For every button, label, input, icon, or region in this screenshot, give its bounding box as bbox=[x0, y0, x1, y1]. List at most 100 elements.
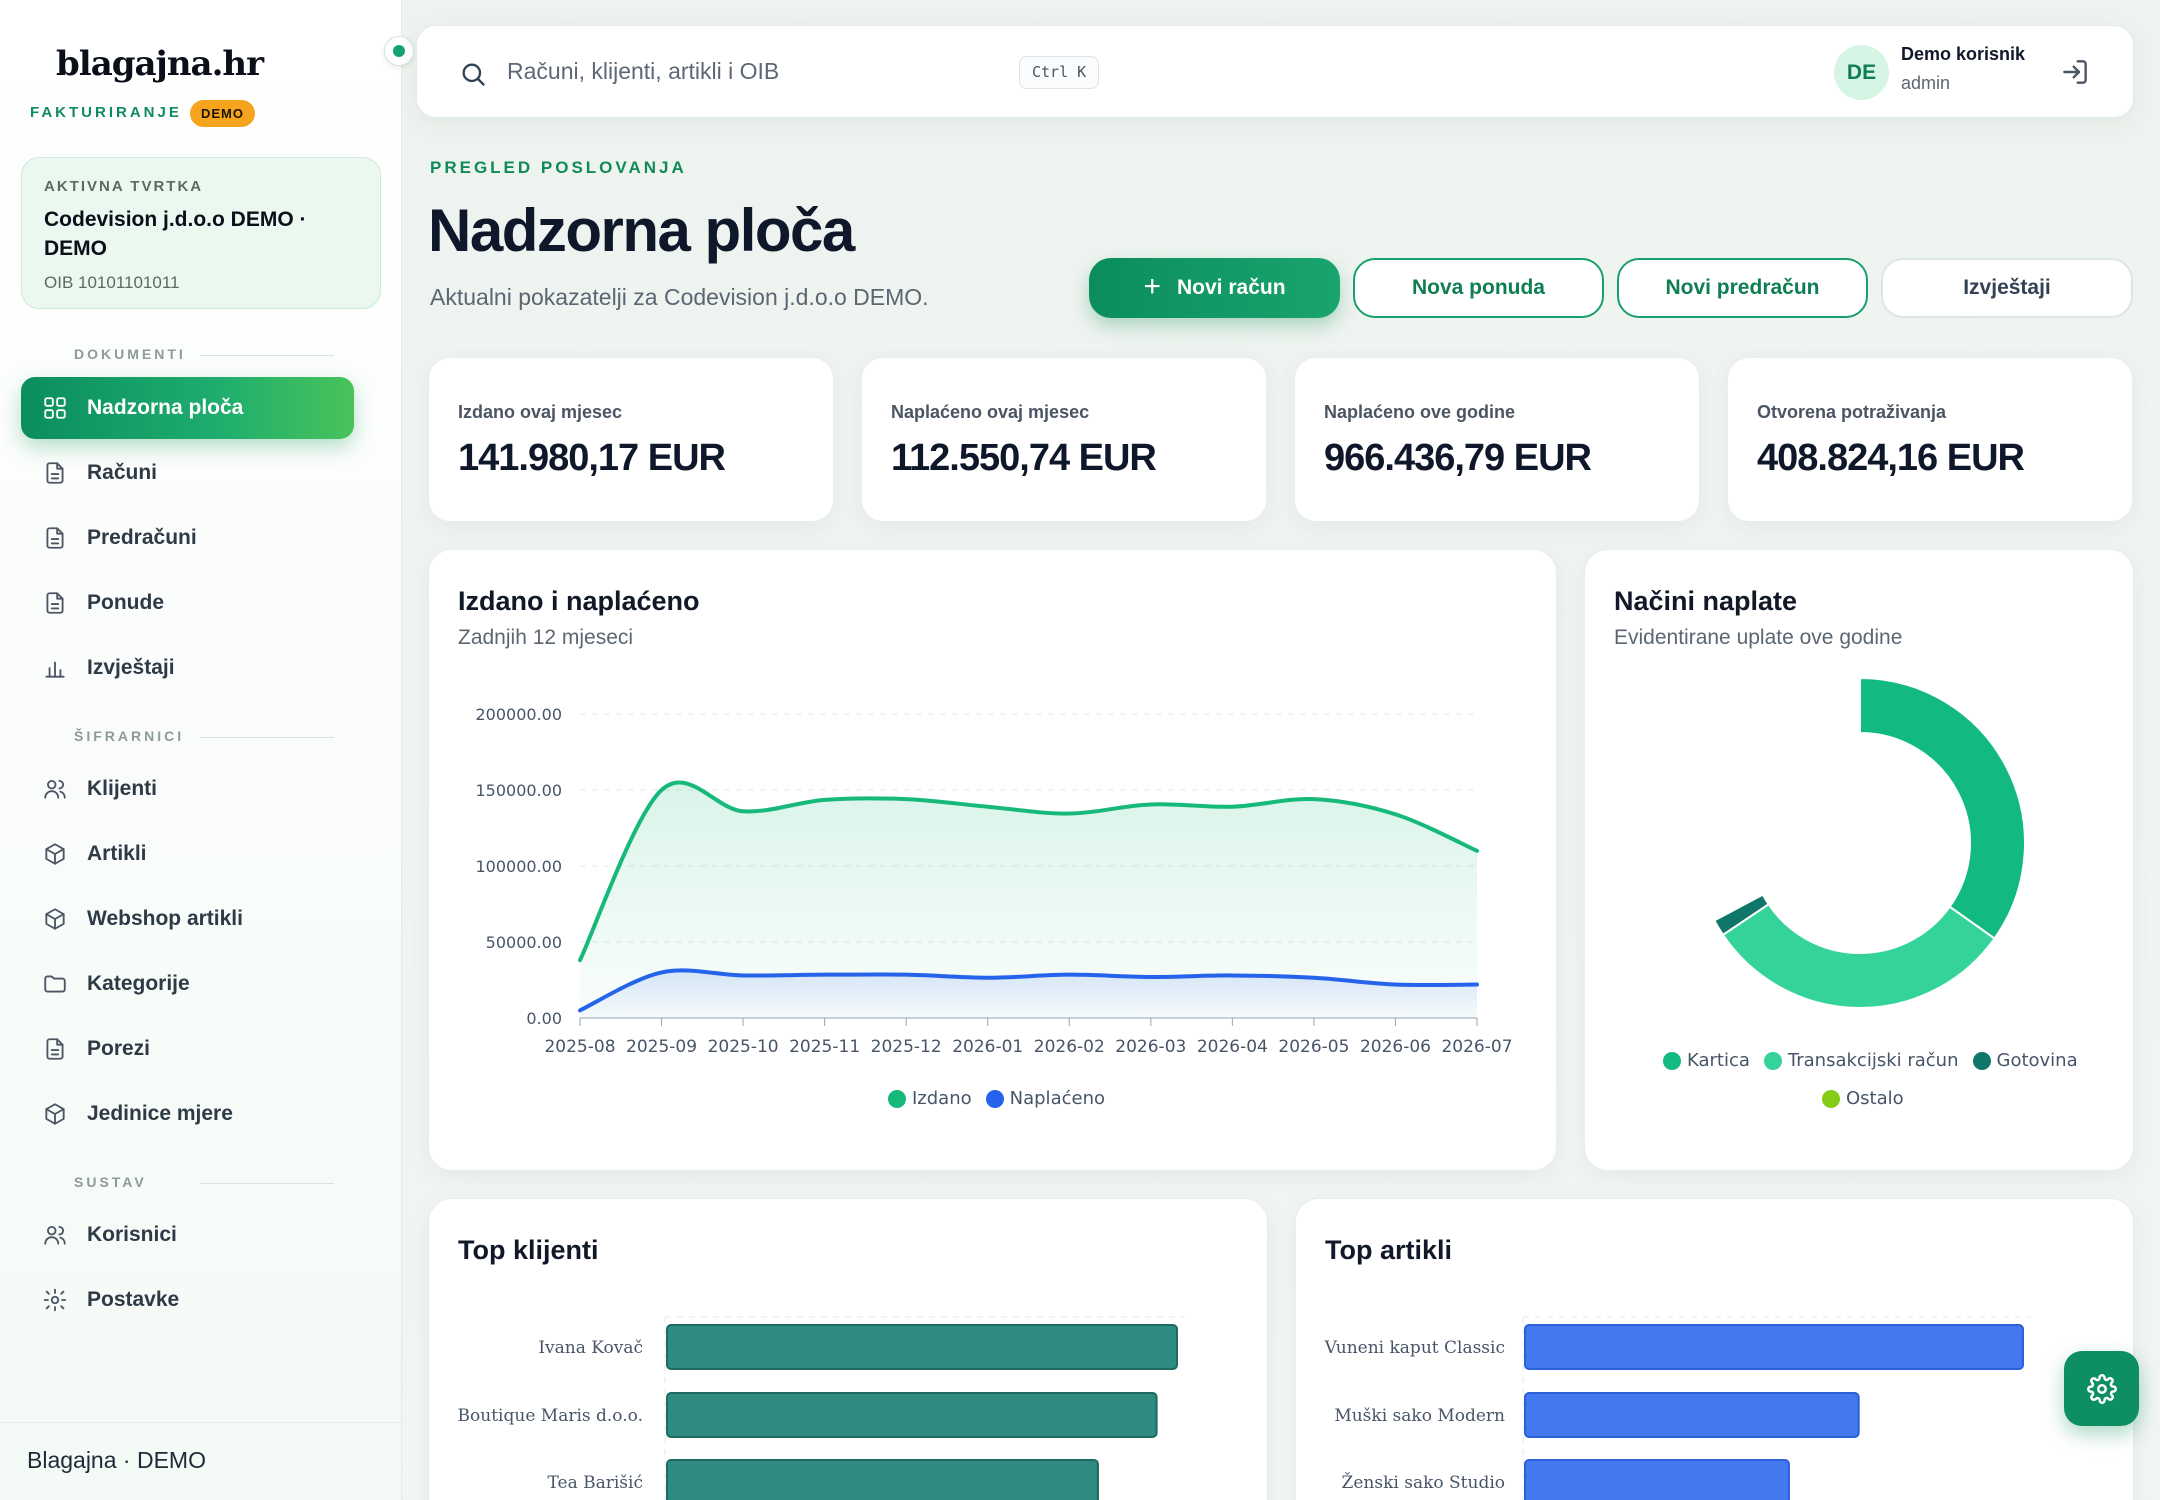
payment-methods-chart bbox=[1712, 676, 2026, 1009]
bar[interactable] bbox=[1524, 1459, 1790, 1500]
sidebar-item-nadzorna-ploča[interactable]: Nadzorna ploča bbox=[21, 377, 354, 439]
sidebar-item-klijenti[interactable]: Klijenti bbox=[21, 758, 354, 820]
sidebar-item-label: Nadzorna ploča bbox=[87, 396, 244, 419]
sidebar-item-postavke[interactable]: Postavke bbox=[21, 1269, 354, 1331]
x-tick-label: 2025-11 bbox=[789, 1037, 860, 1057]
bar[interactable] bbox=[666, 1459, 1099, 1500]
top-articles-chart: Vuneni kaput Classic Muški sako Modern Žen… bbox=[1324, 1316, 2031, 1500]
legend-label-transfer[interactable]: Transakcijski račun bbox=[1788, 1050, 1959, 1071]
sidebar-item-label: Predračuni bbox=[87, 526, 197, 549]
sidebar-item-kategorije[interactable]: Kategorije bbox=[21, 953, 354, 1015]
bar-category-label: Ivana Kovač bbox=[538, 1338, 643, 1358]
brand-logo[interactable]: blagajna.hr bbox=[56, 44, 264, 84]
stat-card-open-receivables: Otvorena potraživanja 408.824,16 EUR bbox=[1727, 357, 2133, 522]
stat-value: 112.550,74 EUR bbox=[891, 437, 1157, 479]
new-invoice-button[interactable]: + Novi račun bbox=[1089, 258, 1340, 318]
topbar: Računi, klijenti, artikli i OIB Ctrl K D… bbox=[416, 25, 2134, 118]
x-tick-label: 2025-12 bbox=[871, 1037, 942, 1057]
stat-value: 408.824,16 EUR bbox=[1757, 437, 2025, 479]
legend-dot-paid bbox=[985, 1089, 1004, 1108]
search-icon bbox=[462, 63, 485, 86]
avatar[interactable]: DE bbox=[1834, 45, 1889, 100]
user-role: admin bbox=[1901, 73, 1951, 93]
document-icon bbox=[41, 589, 69, 617]
section-label-codebooks: ŠIFRARNICI bbox=[74, 728, 185, 744]
sidebar-item-porezi[interactable]: Porezi bbox=[21, 1018, 354, 1080]
sidebar-item-webshop-artikli[interactable]: Webshop artikli bbox=[21, 888, 354, 950]
bar-category-label: Muški sako Modern bbox=[1334, 1406, 1505, 1426]
gear-icon bbox=[2086, 1373, 2117, 1404]
document-icon bbox=[41, 524, 69, 552]
legend-label-card[interactable]: Kartica bbox=[1687, 1050, 1750, 1071]
donut-slice-kartica[interactable] bbox=[1859, 676, 2026, 940]
payment-methods-card: Načini naplate Evidentirane uplate ove g… bbox=[1584, 549, 2134, 1171]
stat-label: Otvorena potraživanja bbox=[1757, 402, 1947, 422]
bar[interactable] bbox=[1524, 1392, 1860, 1438]
y-tick-label: 100000.00 bbox=[475, 857, 562, 876]
stat-card-issued-month: Izdano ovaj mjesec 141.980,17 EUR bbox=[428, 357, 834, 522]
users-icon bbox=[41, 1221, 69, 1249]
legend-label-other[interactable]: Ostalo bbox=[1846, 1088, 1904, 1109]
page-eyebrow: PREGLED POSLOVANJA bbox=[430, 158, 687, 177]
page-subtitle: Aktualni pokazatelji za Codevision j.d.o… bbox=[430, 284, 929, 310]
bar-chart-icon bbox=[41, 654, 69, 682]
dashboard-icon bbox=[41, 394, 69, 422]
sidebar-item-label: Računi bbox=[87, 461, 158, 484]
x-tick-label: 2026-01 bbox=[952, 1037, 1023, 1057]
section-label-documents: DOKUMENTI bbox=[74, 346, 186, 362]
legend-label-issued[interactable]: Izdano bbox=[912, 1088, 972, 1109]
reports-button[interactable]: Izvještaji bbox=[1881, 258, 2133, 318]
stat-card-paid-year: Naplaćeno ove godine 966.436,79 EUR bbox=[1294, 357, 1700, 522]
bar[interactable] bbox=[666, 1324, 1178, 1370]
x-tick-label: 2025-10 bbox=[708, 1037, 779, 1057]
logout-icon[interactable] bbox=[2059, 56, 2091, 88]
x-tick-label: 2026-02 bbox=[1034, 1037, 1105, 1057]
x-tick-label: 2025-08 bbox=[544, 1037, 615, 1057]
sidebar-item-korisnici[interactable]: Korisnici bbox=[21, 1204, 354, 1266]
stat-label: Naplaćeno ovaj mjesec bbox=[891, 402, 1090, 422]
search-shortcut-hint: Ctrl K bbox=[1019, 56, 1100, 89]
gear-icon bbox=[41, 1286, 69, 1314]
sidebar-item-predračuni[interactable]: Predračuni bbox=[21, 507, 354, 569]
sidebar-item-računi[interactable]: Računi bbox=[21, 442, 354, 504]
new-offer-button[interactable]: Nova ponuda bbox=[1353, 258, 1604, 318]
sidebar-item-label: Ponude bbox=[87, 591, 164, 614]
search-input[interactable]: Računi, klijenti, artikli i OIB bbox=[507, 58, 779, 85]
donut-slice-transakcijski-račun[interactable] bbox=[1721, 902, 1996, 1009]
sidebar-item-izvještaji[interactable]: Izvještaji bbox=[21, 637, 354, 699]
demo-badge: DEMO bbox=[190, 100, 255, 127]
chart-legend: Kartica Transakcijski račun Gotovina bbox=[1663, 1050, 2078, 1071]
x-tick-label: 2026-03 bbox=[1115, 1037, 1186, 1057]
sidebar: blagajna.hr FAKTURIRANJE DEMO AKTIVNA TV… bbox=[0, 0, 414, 1500]
folder-icon bbox=[41, 970, 69, 998]
brand-subtitle: FAKTURIRANJE bbox=[30, 104, 182, 121]
sidebar-item-label: Izvještaji bbox=[87, 656, 175, 679]
legend-label-paid[interactable]: Naplaćeno bbox=[1010, 1088, 1105, 1109]
sidebar-item-label: Porezi bbox=[87, 1037, 151, 1060]
stat-value: 141.980,17 EUR bbox=[458, 437, 726, 479]
x-tick-label: 2026-04 bbox=[1197, 1037, 1268, 1057]
active-company-card[interactable]: AKTIVNA TVRTKA Codevision j.d.o.o DEMO ·… bbox=[21, 157, 381, 309]
issued-paid-card: Izdano i naplaćeno Zadnjih 12 mjeseci 0.… bbox=[428, 549, 1557, 1171]
top-clients-card: Top klijenti Ivana Kovač Boutique Maris d… bbox=[428, 1198, 1268, 1500]
sidebar-item-label: Klijenti bbox=[87, 777, 158, 800]
chart-legend: Izdano Naplaćeno bbox=[888, 1088, 1105, 1109]
chart-legend-row2: Ostalo bbox=[1822, 1088, 1904, 1109]
legend-label-cash[interactable]: Gotovina bbox=[1997, 1050, 2078, 1071]
section-label-system: SUSTAV bbox=[74, 1174, 147, 1190]
new-proforma-button[interactable]: Novi predračun bbox=[1617, 258, 1868, 318]
stat-label: Izdano ovaj mjesec bbox=[458, 402, 623, 422]
settings-fab-button[interactable] bbox=[2064, 1351, 2139, 1426]
new-invoice-label: Novi račun bbox=[1177, 276, 1286, 299]
y-tick-label: 0.00 bbox=[526, 1009, 562, 1028]
company-oib: OIB 10101101011 bbox=[44, 273, 180, 292]
sidebar-item-ponude[interactable]: Ponude bbox=[21, 572, 354, 634]
sidebar-collapse-toggle[interactable] bbox=[384, 36, 414, 66]
bar[interactable] bbox=[1524, 1324, 2024, 1370]
sidebar-item-label: Korisnici bbox=[87, 1223, 177, 1246]
sidebar-item-artikli[interactable]: Artikli bbox=[21, 823, 354, 885]
sidebar-item-label: Kategorije bbox=[87, 972, 190, 995]
sidebar-item-jedinice-mjere[interactable]: Jedinice mjere bbox=[21, 1083, 354, 1145]
top-clients-chart: Ivana Kovač Boutique Maris d.o.o. Tea Bari… bbox=[458, 1316, 1185, 1500]
bar[interactable] bbox=[666, 1392, 1158, 1438]
